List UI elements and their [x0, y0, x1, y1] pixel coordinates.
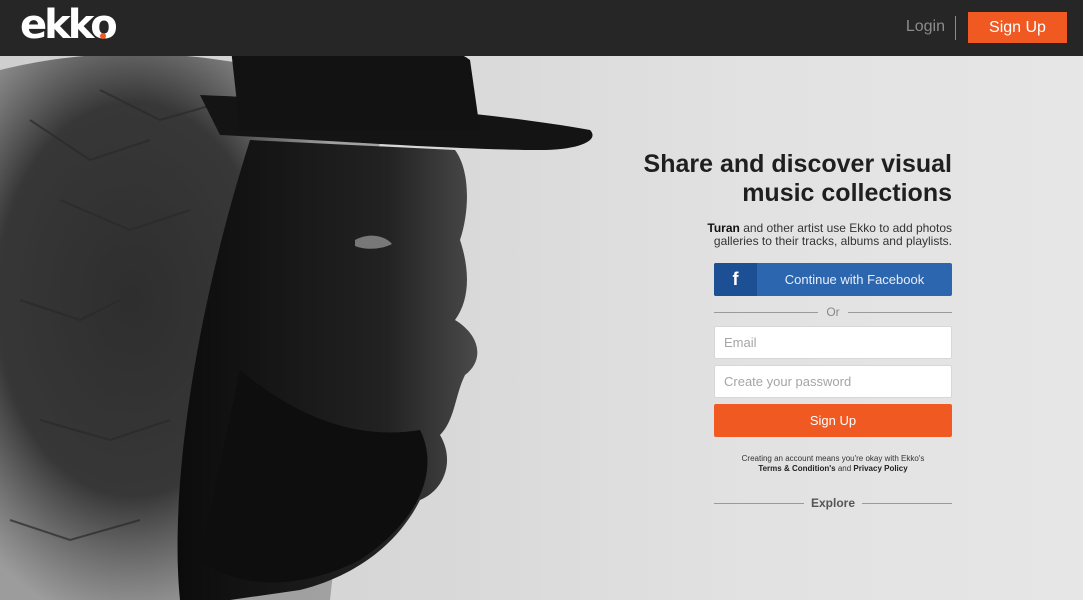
or-divider: Or	[714, 304, 952, 320]
headline: Share and discover visual music collecti…	[640, 150, 952, 208]
explore-divider: Explore	[714, 495, 952, 511]
or-line-right	[848, 312, 952, 313]
headline-line-1: Share and discover visual	[643, 150, 952, 178]
terms-prefix: Creating an account means you're okay wi…	[741, 454, 925, 463]
top-header: ekko Login Sign Up	[0, 0, 1083, 56]
header-signup-button[interactable]: Sign Up	[968, 12, 1067, 43]
terms-link[interactable]: Terms & Condition's	[758, 464, 835, 473]
facebook-button[interactable]: f Continue with Facebook	[714, 263, 952, 296]
facebook-icon: f	[714, 263, 757, 296]
explore-line-right	[862, 503, 952, 504]
subtext-line-2: galleries to their tracks, albums and pl…	[713, 234, 952, 248]
terms-and: and	[835, 464, 854, 473]
password-field[interactable]	[714, 365, 952, 398]
terms-notice: Creating an account means you're okay wi…	[714, 454, 952, 474]
ekko-logo[interactable]: ekko	[20, 2, 118, 48]
header-divider	[955, 16, 956, 40]
login-link[interactable]: Login	[906, 18, 945, 36]
subtext: Turan and other artist use Ekko to add p…	[640, 222, 952, 248]
headline-line-2: music collections	[742, 179, 952, 207]
subtext-line-1: and other artist use Ekko to add photos	[739, 221, 952, 235]
logo-dot-icon	[100, 33, 106, 39]
artist-name: Turan	[707, 221, 740, 235]
facebook-label: Continue with Facebook	[784, 272, 925, 287]
signup-button[interactable]: Sign Up	[714, 404, 952, 437]
email-field[interactable]	[714, 326, 952, 359]
privacy-link[interactable]: Privacy Policy	[853, 464, 907, 473]
